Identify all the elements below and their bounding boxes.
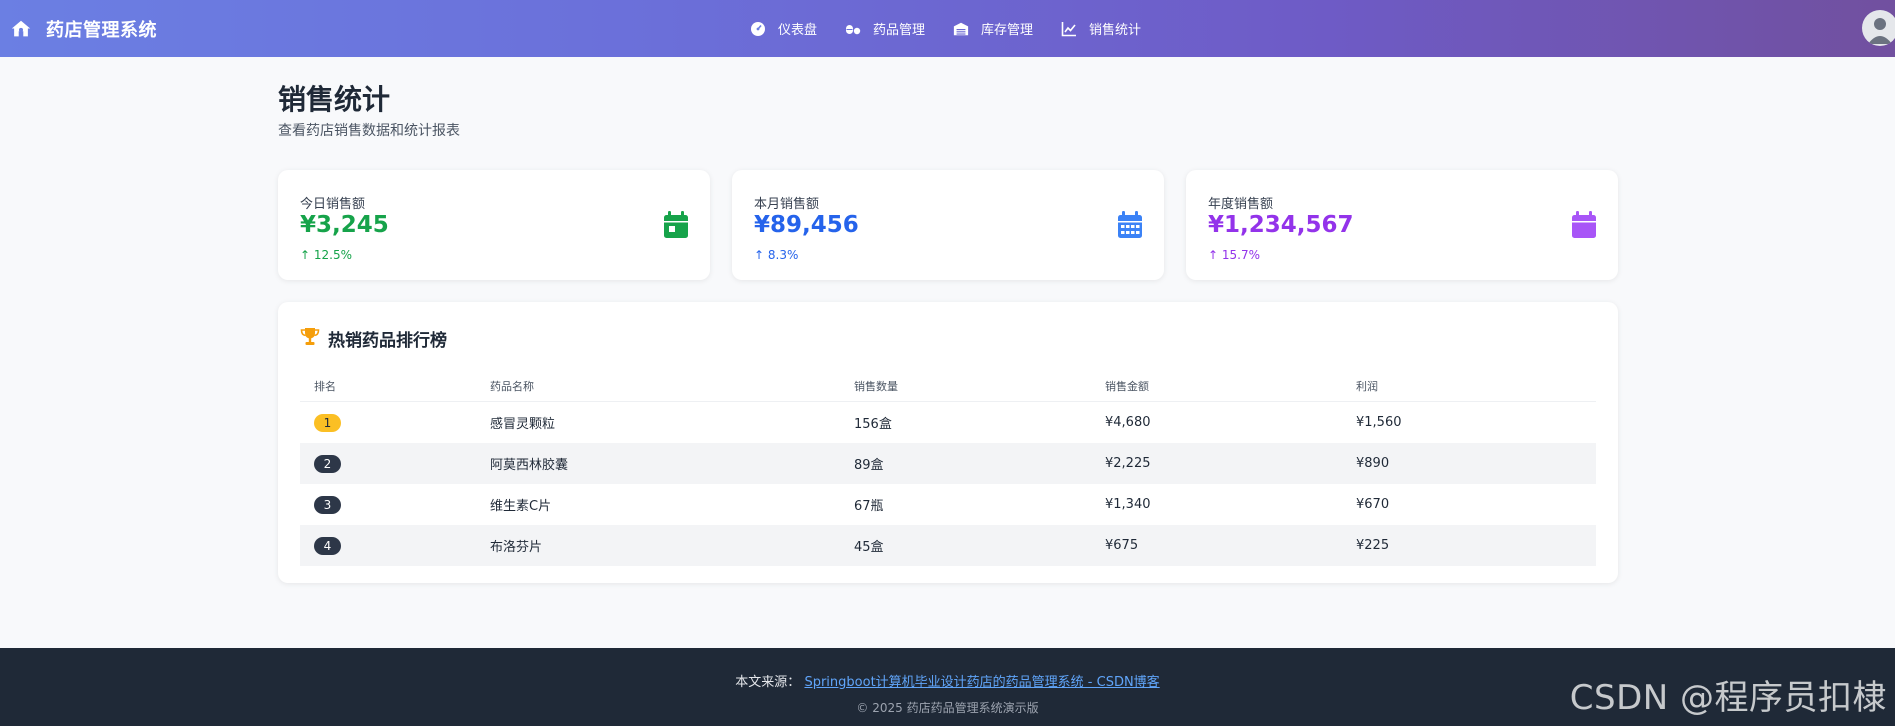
nav-menu: 仪表盘 药品管理 库存管理 销售统计 xyxy=(750,0,1141,57)
stat-change: ↑ 8.3% xyxy=(754,248,799,262)
stat-label: 年度销售额 xyxy=(1208,197,1274,212)
stat-change: ↑ 12.5% xyxy=(300,248,352,262)
nav-item-label: 仪表盘 xyxy=(778,23,818,38)
top-navbar: 药店管理系统 仪表盘 药品管理 库存管理 销售统计 xyxy=(0,0,1895,57)
column-header-name[interactable]: 药品名称 xyxy=(490,378,854,394)
table-row[interactable]: 2 阿莫西林胶囊 89盒 ¥2,225 ¥890 xyxy=(300,443,1596,484)
chart-line-icon xyxy=(1061,21,1077,37)
calendar-year-icon xyxy=(1570,210,1598,240)
trophy-icon xyxy=(300,327,320,350)
rank-badge: 4 xyxy=(314,536,341,555)
nav-item-inventory[interactable]: 库存管理 xyxy=(953,19,1033,38)
page-subtitle: 查看药店销售数据和统计报表 xyxy=(278,123,460,139)
user-avatar[interactable] xyxy=(1862,10,1895,46)
profit: ¥890 xyxy=(1356,456,1390,471)
drug-name: 感冒灵颗粒 xyxy=(490,417,556,432)
drug-name: 维生素C片 xyxy=(490,499,552,514)
column-header-rank[interactable]: 排名 xyxy=(300,378,490,394)
column-header-qty[interactable]: 销售数量 xyxy=(854,378,1105,394)
profit: ¥225 xyxy=(1356,538,1390,553)
calendar-month-icon xyxy=(1116,210,1144,240)
table-row[interactable]: 3 维生素C片 67瓶 ¥1,340 ¥670 xyxy=(300,484,1596,525)
page-title: 销售统计 xyxy=(278,83,391,116)
stat-label: 今日销售额 xyxy=(300,197,366,212)
panel-header: 热销药品排行榜 xyxy=(300,326,447,351)
footer-source-label: 本文来源： xyxy=(735,675,801,690)
rank-badge: 1 xyxy=(314,413,341,432)
table-header: 排名 药品名称 销售数量 销售金额 利润 xyxy=(300,370,1596,402)
nav-item-label: 药品管理 xyxy=(873,23,926,38)
stat-value: ¥3,245 xyxy=(300,212,389,238)
nav-item-label: 销售统计 xyxy=(1089,23,1142,38)
nav-item-drugs[interactable]: 药品管理 xyxy=(845,19,925,38)
stat-change: ↑ 15.7% xyxy=(1208,248,1260,262)
watermark: CSDN @程序员扣棣 xyxy=(1569,678,1887,718)
nav-item-sales-stats[interactable]: 销售统计 xyxy=(1061,19,1141,38)
column-header-profit[interactable]: 利润 xyxy=(1356,378,1596,394)
stat-value: ¥89,456 xyxy=(754,212,859,238)
sales-qty: 156盒 xyxy=(854,417,892,432)
nav-item-dashboard[interactable]: 仪表盘 xyxy=(750,19,817,38)
calendar-day-icon xyxy=(662,210,690,240)
stat-card-today: 今日销售额 ¥3,245 ↑ 12.5% xyxy=(278,170,710,280)
profit: ¥1,560 xyxy=(1356,415,1402,430)
drug-name: 阿莫西林胶囊 xyxy=(490,458,569,473)
profit: ¥670 xyxy=(1356,497,1390,512)
sales-qty: 67瓶 xyxy=(854,499,884,514)
drug-name: 布洛芬片 xyxy=(490,540,543,555)
app-title: 药店管理系统 xyxy=(46,19,157,41)
footer-source-link[interactable]: Springboot计算机毕业设计药店的药品管理系统 - CSDN博客 xyxy=(804,675,1159,690)
stat-label: 本月销售额 xyxy=(754,197,820,212)
sales-amount: ¥1,340 xyxy=(1105,497,1151,512)
ranking-panel: 热销药品排行榜 排名 药品名称 销售数量 销售金额 利润 1 感冒灵颗粒 156… xyxy=(278,302,1618,583)
sales-qty: 89盒 xyxy=(854,458,884,473)
rank-badge: 3 xyxy=(314,495,341,514)
warehouse-icon xyxy=(953,21,969,37)
table-row[interactable]: 1 感冒灵颗粒 156盒 ¥4,680 ¥1,560 xyxy=(300,402,1596,443)
footer: 本文来源： Springboot计算机毕业设计药店的药品管理系统 - CSDN博… xyxy=(0,648,1895,726)
brand[interactable]: 药店管理系统 xyxy=(10,0,157,57)
sales-amount: ¥2,225 xyxy=(1105,456,1151,471)
sales-amount: ¥4,680 xyxy=(1105,415,1151,430)
sales-amount: ¥675 xyxy=(1105,538,1139,553)
pills-icon xyxy=(845,21,861,37)
sales-qty: 45盒 xyxy=(854,540,884,555)
rank-badge: 2 xyxy=(314,454,341,473)
stat-card-year: 年度销售额 ¥1,234,567 ↑ 15.7% xyxy=(1186,170,1618,280)
panel-title: 热销药品排行榜 xyxy=(328,331,447,351)
user-icon xyxy=(1868,18,1892,44)
table-body: 1 感冒灵颗粒 156盒 ¥4,680 ¥1,560 2 阿莫西林胶囊 89盒 … xyxy=(300,402,1596,566)
home-icon xyxy=(10,18,32,40)
column-header-amount[interactable]: 销售金额 xyxy=(1105,378,1356,394)
nav-item-label: 库存管理 xyxy=(981,23,1034,38)
stat-card-month: 本月销售额 ¥89,456 ↑ 8.3% xyxy=(732,170,1164,280)
stat-value: ¥1,234,567 xyxy=(1208,212,1354,238)
dashboard-icon xyxy=(750,21,766,37)
ranking-table: 排名 药品名称 销售数量 销售金额 利润 1 感冒灵颗粒 156盒 ¥4,680… xyxy=(300,370,1596,566)
table-row[interactable]: 4 布洛芬片 45盒 ¥675 ¥225 xyxy=(300,525,1596,566)
